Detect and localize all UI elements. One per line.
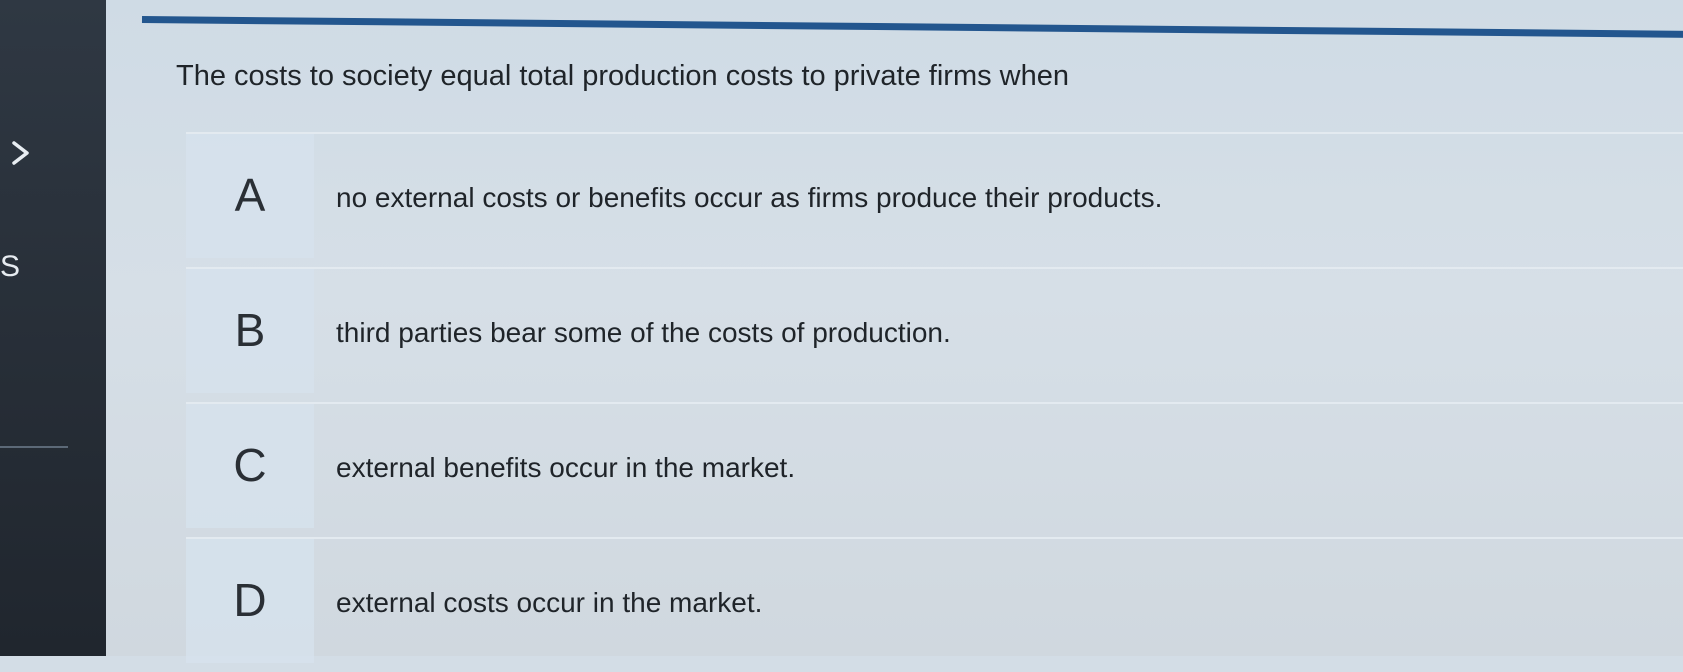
- option-text: no external costs or benefits occur as f…: [336, 182, 1163, 213]
- option-letter-box: A: [186, 134, 314, 258]
- option-letter: D: [233, 574, 267, 626]
- option-letter-box: C: [186, 404, 314, 528]
- chevron-right-icon[interactable]: [8, 138, 34, 168]
- option-b[interactable]: B third parties bear some of the costs o…: [186, 267, 1683, 393]
- option-d[interactable]: D external costs occur in the market.: [186, 537, 1683, 663]
- answer-options: A no external costs or benefits occur as…: [186, 132, 1683, 672]
- option-text: external costs occur in the market.: [336, 587, 763, 618]
- option-letter-box: B: [186, 269, 314, 393]
- option-a[interactable]: A no external costs or benefits occur as…: [186, 132, 1683, 258]
- option-text: third parties bear some of the costs of …: [336, 317, 951, 348]
- option-c[interactable]: C external benefits occur in the market.: [186, 402, 1683, 528]
- option-letter: A: [234, 169, 266, 221]
- sidebar-partial-label: S: [0, 250, 22, 283]
- option-letter: B: [234, 304, 266, 356]
- accent-rule: [141, 16, 1683, 38]
- question-text: The costs to society equal total product…: [176, 60, 1069, 92]
- option-letter-box: D: [186, 539, 314, 663]
- option-text: external benefits occur in the market.: [336, 452, 796, 483]
- sidebar-divider: [0, 446, 68, 448]
- option-letter: C: [233, 439, 267, 491]
- question-panel: The costs to society equal total product…: [106, 0, 1683, 663]
- sidebar: S: [0, 0, 106, 656]
